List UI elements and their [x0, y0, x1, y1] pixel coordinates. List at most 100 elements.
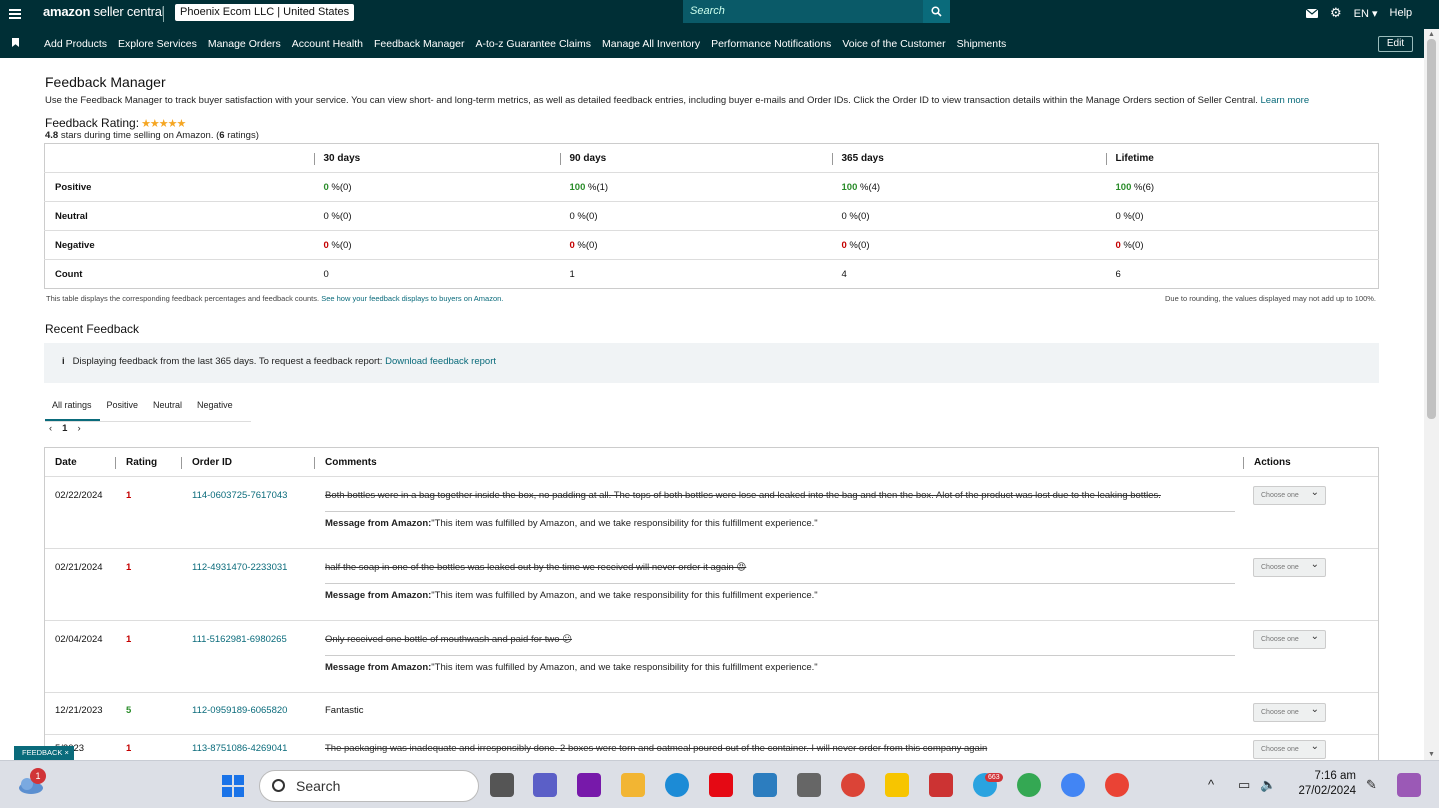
table-header: Date Rating Order ID Comments Actions: [45, 448, 1378, 477]
clock[interactable]: 7:16 am 27/02/2024: [1296, 770, 1356, 797]
col-date[interactable]: Date: [55, 457, 77, 468]
summary-row-negative: Negative 0 %(0) 0 %(0) 0 %(0) 0 %(0): [44, 230, 1379, 260]
next-page-icon[interactable]: ›: [77, 423, 80, 434]
feedback-comment: The packaging was inadequate and irrespo…: [325, 743, 988, 754]
buyer-display-link[interactable]: See how your feedback displays to buyers…: [321, 294, 503, 303]
snipping-tool-icon[interactable]: [929, 773, 953, 797]
nav-item-feedback-manager[interactable]: Feedback Manager: [374, 38, 464, 50]
task-view-icon[interactable]: [490, 773, 514, 797]
nav-item-a-to-z-guarantee-claims[interactable]: A-to-z Guarantee Claims: [475, 38, 591, 50]
col-comments[interactable]: Comments: [325, 457, 377, 468]
actions-dropdown[interactable]: Choose one: [1253, 703, 1326, 722]
summary-suffix: %(0): [1120, 210, 1144, 222]
col-rating[interactable]: Rating: [126, 457, 157, 468]
order-id-link[interactable]: 112-4931470-2233031: [192, 562, 287, 573]
logo[interactable]: amazon seller central: [43, 4, 165, 19]
summary-suffix: %(0): [328, 210, 352, 222]
divider: [325, 511, 1235, 512]
windows-start-icon[interactable]: [222, 775, 244, 797]
nav-item-manage-all-inventory[interactable]: Manage All Inventory: [602, 38, 700, 50]
actions-dropdown[interactable]: Choose one: [1253, 486, 1326, 505]
summary-value: 100: [569, 181, 586, 193]
feedback-widget-tab[interactable]: FEEDBACK ×: [14, 746, 74, 760]
summary-suffix: %(1): [585, 181, 609, 193]
close-icon[interactable]: ×: [65, 748, 69, 757]
table-row: 02/22/2024 1 114-0603725-7617043 Both bottl…: [45, 477, 1378, 549]
notepad-icon[interactable]: [753, 773, 777, 797]
chrome-icon[interactable]: [841, 773, 865, 797]
scroll-thumb[interactable]: [1427, 39, 1436, 419]
menu-icon[interactable]: [9, 7, 21, 21]
download-report-link[interactable]: Download feedback report: [385, 356, 496, 367]
onenote-icon[interactable]: [577, 773, 601, 797]
tab-neutral[interactable]: Neutral: [146, 396, 190, 421]
chrome-profile-icon[interactable]: [1105, 773, 1129, 797]
col-order-id[interactable]: Order ID: [192, 457, 232, 468]
mail-icon[interactable]: [1306, 8, 1318, 18]
account-switcher[interactable]: Phoenix Ecom LLC | United States: [175, 4, 355, 21]
nav-item-performance-notifications[interactable]: Performance Notifications: [711, 38, 831, 50]
gear-icon[interactable]: ⚙: [1330, 5, 1342, 21]
search-icon: [931, 6, 942, 17]
language-selector[interactable]: EN ▾: [1354, 7, 1378, 20]
tab-all-ratings[interactable]: All ratings: [45, 396, 100, 421]
taskbar-search[interactable]: Search: [259, 770, 479, 802]
search-button[interactable]: [923, 0, 950, 23]
summary-header-row: 30 days 90 days 365 days Lifetime: [45, 144, 1379, 173]
scroll-down-icon[interactable]: ▼: [1428, 751, 1435, 758]
top-bar: amazon seller central Phoenix Ecom LLC |…: [0, 0, 1439, 29]
feedback-date: 02/21/2024: [55, 562, 103, 573]
edit-nav-button[interactable]: Edit: [1378, 36, 1413, 52]
learn-more-link[interactable]: Learn more: [1261, 95, 1310, 106]
copilot-icon[interactable]: [1397, 773, 1421, 797]
tab-negative[interactable]: Negative: [190, 396, 241, 421]
order-id-link[interactable]: 114-0603725-7617043: [192, 490, 287, 501]
feedback-comment: Only received one bottle of mouthwash an…: [325, 634, 573, 645]
nav-item-manage-orders[interactable]: Manage Orders: [208, 38, 281, 50]
amazon-message-label: Message from Amazon:: [325, 518, 432, 529]
scroll-up-icon[interactable]: ▲: [1428, 31, 1435, 38]
speaker-icon[interactable]: 🔈: [1260, 777, 1276, 793]
page-scrollbar[interactable]: ▲ ▼: [1424, 29, 1439, 760]
monitor-icon[interactable]: ▭: [1238, 777, 1250, 793]
calculator-icon[interactable]: [797, 773, 821, 797]
order-id-link[interactable]: 112-0959189-6065820: [192, 705, 287, 716]
netflix-icon[interactable]: [709, 773, 733, 797]
sticky-notes-icon[interactable]: [885, 773, 909, 797]
search-icon: [272, 779, 285, 792]
help-link[interactable]: Help: [1390, 7, 1413, 19]
order-id-link[interactable]: 111-5162981-6980265: [192, 634, 287, 645]
current-page[interactable]: 1: [62, 423, 67, 434]
nav-item-shipments[interactable]: Shipments: [957, 38, 1007, 50]
order-id-link[interactable]: 113-8751086-4269041: [192, 743, 287, 754]
chrome-profile-icon[interactable]: [1061, 773, 1085, 797]
teams-icon[interactable]: [533, 773, 557, 797]
nav-item-explore-services[interactable]: Explore Services: [118, 38, 197, 50]
col-actions[interactable]: Actions: [1254, 457, 1291, 468]
chevron-up-icon[interactable]: ^: [1208, 777, 1214, 792]
page-description: Use the Feedback Manager to track buyer …: [45, 95, 1310, 106]
feedback-comment: Fantastic: [325, 705, 364, 716]
chrome-profile-icon[interactable]: [1017, 773, 1041, 797]
bookmark-icon[interactable]: [12, 38, 19, 47]
edge-icon[interactable]: [665, 773, 689, 797]
actions-dropdown[interactable]: Choose one: [1253, 630, 1326, 649]
summary-cell: 0: [313, 259, 560, 289]
summary-col-header: 30 days: [313, 144, 560, 173]
tab-positive[interactable]: Positive: [100, 396, 147, 421]
file-explorer-icon[interactable]: [621, 773, 645, 797]
info-icon: i: [62, 356, 65, 367]
actions-dropdown[interactable]: Choose one: [1253, 740, 1326, 759]
amazon-message-text: "This item was fulfilled by Amazon, and …: [431, 662, 818, 673]
summary-value: 1: [569, 268, 575, 280]
prev-page-icon[interactable]: ‹: [49, 423, 52, 434]
actions-dropdown[interactable]: Choose one: [1253, 558, 1326, 577]
summary-cell: 0 %(0): [559, 201, 832, 231]
chat-icon[interactable]: ✎: [1366, 777, 1377, 793]
summary-cell: 100 %(6): [1105, 172, 1379, 202]
nav-item-add-products[interactable]: Add Products: [44, 38, 107, 50]
nav-item-account-health[interactable]: Account Health: [292, 38, 363, 50]
search-input[interactable]: Search: [683, 0, 923, 23]
summary-cell: 0 %(0): [831, 230, 1106, 260]
nav-item-voice-of-the-customer[interactable]: Voice of the Customer: [842, 38, 945, 50]
